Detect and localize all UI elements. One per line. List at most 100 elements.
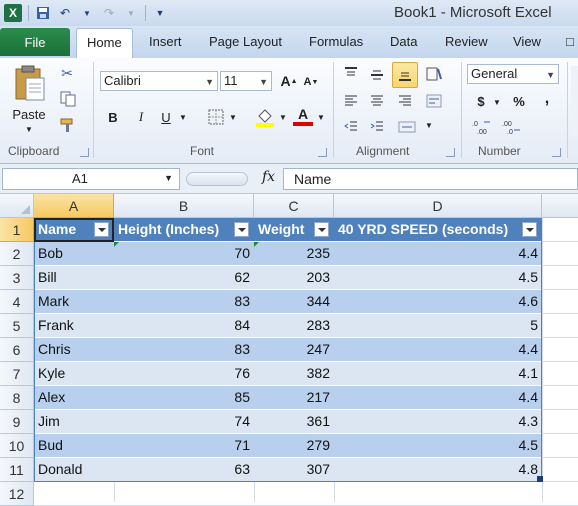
row-header[interactable]: 3: [0, 266, 34, 290]
orientation-icon[interactable]: [424, 64, 444, 84]
table-cell[interactable]: Frank: [34, 314, 114, 338]
row-header[interactable]: 5: [0, 314, 34, 338]
ribbon-help-icon[interactable]: □: [566, 34, 574, 49]
number-format-combo[interactable]: General ▼: [467, 64, 559, 84]
column-header[interactable]: C: [254, 194, 334, 218]
comma-button[interactable]: ,: [538, 90, 556, 108]
align-right-icon[interactable]: [396, 92, 414, 110]
clipboard-launcher-icon[interactable]: [80, 148, 89, 157]
row-header[interactable]: 12: [0, 482, 34, 506]
table-cell[interactable]: 76: [114, 362, 254, 386]
font-color-icon[interactable]: A: [292, 105, 314, 127]
table-cell[interactable]: Kyle: [34, 362, 114, 386]
increase-decimal-button[interactable]: .0.00: [470, 118, 494, 136]
number-launcher-icon[interactable]: [552, 148, 561, 157]
table-cell[interactable]: 217: [254, 386, 334, 410]
alignment-launcher-icon[interactable]: [446, 148, 455, 157]
table-cell[interactable]: 4.4: [334, 338, 542, 362]
undo-icon[interactable]: ↶: [57, 5, 73, 21]
table-cell[interactable]: 71: [114, 434, 254, 458]
align-center-icon[interactable]: [368, 92, 386, 110]
table-cell[interactable]: 85: [114, 386, 254, 410]
table-cell[interactable]: Alex: [34, 386, 114, 410]
table-header-cell[interactable]: 40 YRD SPEED (seconds): [334, 218, 542, 242]
paste-button[interactable]: Paste: [8, 106, 50, 122]
merge-dropdown-icon[interactable]: ▼: [424, 120, 434, 130]
table-cell[interactable]: 203: [254, 266, 334, 290]
align-top-icon[interactable]: [342, 64, 360, 82]
shrink-font-icon[interactable]: A ▼: [302, 73, 320, 91]
paste-icon[interactable]: [10, 64, 50, 104]
copy-icon[interactable]: [58, 90, 80, 108]
borders-icon[interactable]: [206, 108, 226, 126]
row-header[interactable]: 8: [0, 386, 34, 410]
table-cell[interactable]: 4.1: [334, 362, 542, 386]
error-indicator-icon[interactable]: [114, 242, 119, 247]
table-cell[interactable]: 63: [114, 458, 254, 482]
table-cell[interactable]: Mark: [34, 290, 114, 314]
chevron-down-icon[interactable]: ▼: [205, 73, 214, 91]
filter-dropdown-icon[interactable]: [314, 222, 329, 237]
table-cell[interactable]: 382: [254, 362, 334, 386]
cut-icon[interactable]: ✂: [58, 64, 76, 82]
align-middle-icon[interactable]: [368, 66, 386, 84]
table-cell[interactable]: 5: [334, 314, 542, 338]
merge-center-icon[interactable]: [396, 118, 418, 136]
table-cell[interactable]: 283: [254, 314, 334, 338]
font-launcher-icon[interactable]: [318, 148, 327, 157]
table-cell[interactable]: Donald: [34, 458, 114, 482]
underline-dropdown-icon[interactable]: ▼: [178, 112, 188, 122]
table-cell[interactable]: Jim: [34, 410, 114, 434]
table-cell[interactable]: 4.8: [334, 458, 542, 482]
undo-dropdown-icon[interactable]: ▼: [79, 5, 95, 21]
table-cell[interactable]: 4.4: [334, 386, 542, 410]
column-header[interactable]: B: [114, 194, 254, 218]
tab-data[interactable]: Data: [390, 34, 417, 49]
table-cell[interactable]: 279: [254, 434, 334, 458]
table-cell[interactable]: Bud: [34, 434, 114, 458]
name-box[interactable]: A1 ▼: [2, 168, 180, 190]
table-cell[interactable]: 4.3: [334, 410, 542, 434]
align-bottom-icon[interactable]: [392, 62, 418, 88]
table-cell[interactable]: 4.5: [334, 434, 542, 458]
table-cell[interactable]: 307: [254, 458, 334, 482]
underline-button[interactable]: U: [158, 108, 174, 126]
select-all-button[interactable]: [0, 194, 34, 218]
table-cell[interactable]: 83: [114, 290, 254, 314]
table-cell[interactable]: 4.4: [334, 242, 542, 266]
formula-splitter[interactable]: [186, 172, 248, 186]
table-cell[interactable]: 247: [254, 338, 334, 362]
font-size-combo[interactable]: 11 ▼: [220, 71, 272, 91]
column-header[interactable]: D: [334, 194, 542, 218]
tab-formulas[interactable]: Formulas: [309, 34, 363, 49]
format-painter-icon[interactable]: [58, 116, 78, 134]
excel-icon[interactable]: X: [4, 4, 22, 22]
paste-dropdown-icon[interactable]: ▼: [24, 124, 34, 134]
tab-home[interactable]: Home: [76, 28, 133, 58]
grow-font-icon[interactable]: A ▲: [280, 72, 298, 90]
redo-dropdown-icon[interactable]: ▼: [123, 5, 139, 21]
chevron-down-icon[interactable]: ▼: [546, 66, 555, 84]
customize-qat-icon[interactable]: ▼: [152, 5, 168, 21]
column-header[interactable]: A: [34, 194, 114, 218]
fill-color-dropdown-icon[interactable]: ▼: [278, 112, 288, 122]
tab-insert[interactable]: Insert: [149, 34, 182, 49]
row-header[interactable]: 2: [0, 242, 34, 266]
table-cell[interactable]: Bob: [34, 242, 114, 266]
font-name-combo[interactable]: Calibri ▼: [100, 71, 218, 91]
table-cell[interactable]: Bill: [34, 266, 114, 290]
table-cell[interactable]: 235: [254, 242, 334, 266]
filter-dropdown-icon[interactable]: [522, 222, 537, 237]
table-cell[interactable]: 84: [114, 314, 254, 338]
chevron-down-icon[interactable]: ▼: [259, 73, 268, 91]
align-left-icon[interactable]: [342, 92, 360, 110]
chevron-down-icon[interactable]: ▼: [164, 173, 173, 183]
bold-button[interactable]: B: [104, 108, 122, 126]
borders-dropdown-icon[interactable]: ▼: [228, 112, 238, 122]
fill-color-icon[interactable]: [254, 106, 276, 128]
tab-page-layout[interactable]: Page Layout: [209, 34, 282, 49]
font-color-dropdown-icon[interactable]: ▼: [316, 112, 326, 122]
currency-dropdown-icon[interactable]: ▼: [492, 97, 502, 107]
save-icon[interactable]: [35, 5, 51, 21]
tab-review[interactable]: Review: [445, 34, 488, 49]
